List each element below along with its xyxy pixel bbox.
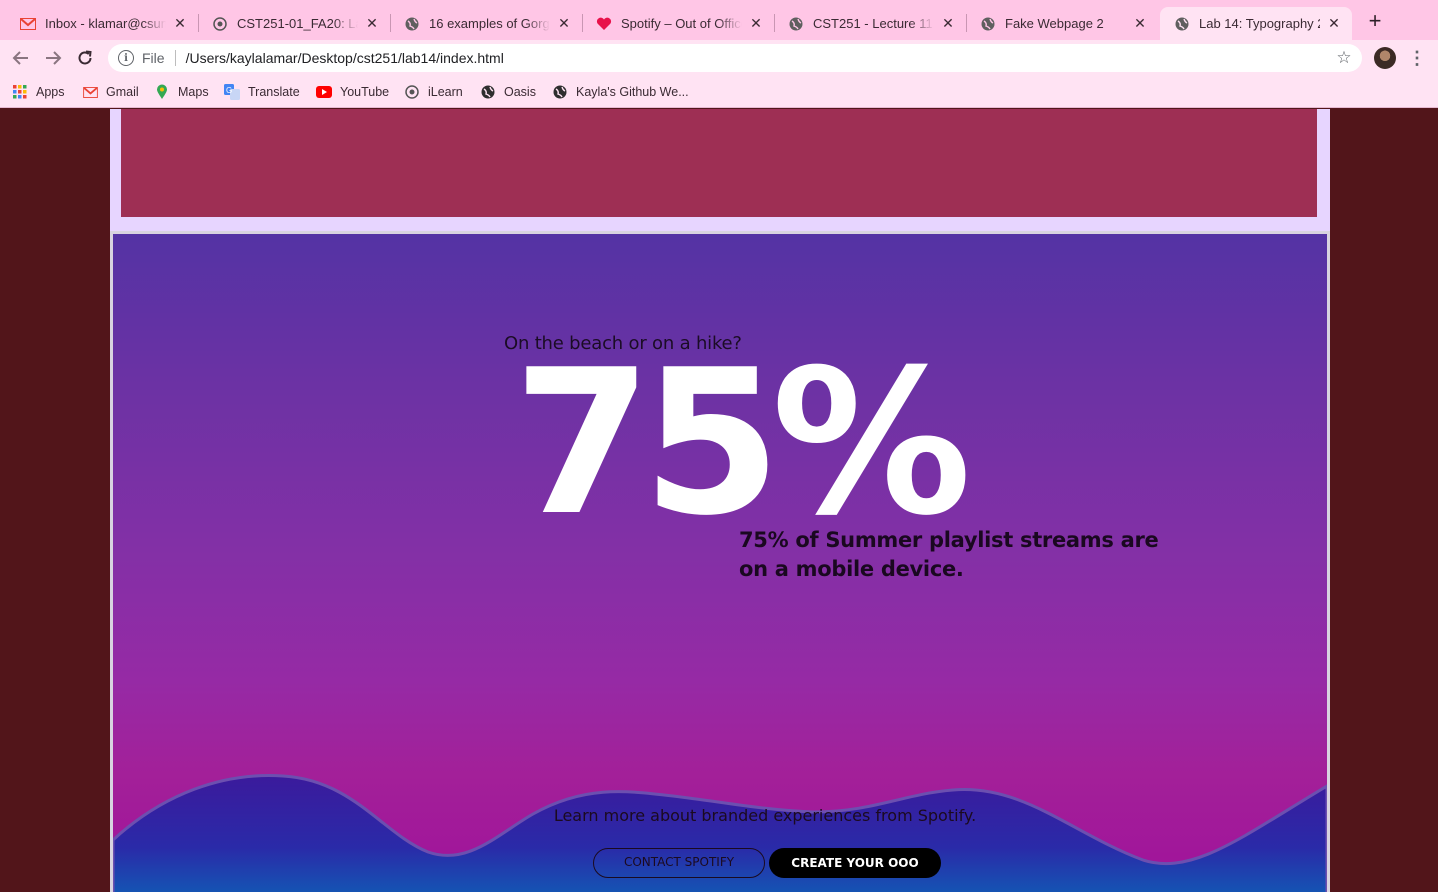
bookmark-label: Kayla's Github We... — [576, 85, 689, 99]
globe-icon — [980, 16, 996, 32]
bookmark-star-icon[interactable]: ☆ — [1334, 48, 1354, 68]
tab-examples[interactable]: 16 examples of Gorgeous ✕ — [390, 7, 582, 40]
tab-close-icon[interactable]: ✕ — [172, 15, 188, 32]
tab-spotify-ooo[interactable]: Spotify – Out of Office ✕ — [582, 7, 774, 40]
globe-icon — [1174, 16, 1190, 32]
bookmark-label: YouTube — [340, 85, 390, 99]
bookmark-youtube[interactable]: YouTube — [316, 83, 389, 101]
tab-fake-webpage[interactable]: Fake Webpage 2 ✕ — [966, 7, 1158, 40]
bookmarks-bar: Apps Gmail Maps G Translate YouTube iLea… — [0, 76, 1438, 108]
maps-pin-icon — [154, 84, 170, 100]
tab-strip: Inbox - klamar@csumb.edu ✕ CST251-01_FA2… — [0, 0, 1438, 40]
create-ooo-button[interactable]: CREATE YOUR OOO — [769, 848, 941, 878]
tab-lecture[interactable]: CST251 - Lecture 11 - ✕ — [774, 7, 966, 40]
kebab-menu-icon[interactable]: ⋮ — [1408, 47, 1426, 69]
bookmark-label: Oasis — [504, 85, 536, 99]
hero-stat-number: 75% — [513, 327, 972, 560]
apps-grid-icon — [12, 84, 28, 100]
tab-title: 16 examples of Gorgeous — [429, 16, 550, 31]
tab-close-icon[interactable]: ✕ — [940, 15, 956, 32]
svg-text:G: G — [226, 86, 232, 95]
address-scheme: File — [142, 50, 165, 66]
ilearn-icon — [212, 16, 228, 32]
hero-stat-caption: 75% of Summer playlist streams are on a … — [739, 528, 1159, 581]
tab-close-icon[interactable]: ✕ — [556, 15, 572, 32]
tab-title: CST251 - Lecture 11 - — [813, 16, 934, 31]
reload-icon[interactable] — [73, 46, 97, 70]
bookmark-label: Apps — [36, 85, 65, 99]
previous-section-fill — [121, 109, 1317, 217]
stat-hero-section: On the beach or on a hike? 75% 75% of Su… — [110, 231, 1330, 892]
tab-gmail-inbox[interactable]: Inbox - klamar@csumb.edu ✕ — [6, 7, 198, 40]
address-divider — [174, 50, 176, 66]
bookmark-github-website[interactable]: Kayla's Github We... — [552, 83, 689, 101]
tab-cst251-lab[interactable]: CST251-01_FA20: Lab 14 ✕ — [198, 7, 390, 40]
bookmark-gmail[interactable]: Gmail — [82, 83, 139, 101]
bookmark-label: Gmail — [106, 85, 139, 99]
tab-lab14-typography[interactable]: Lab 14: Typography 2 ✕ — [1160, 7, 1352, 40]
address-bar[interactable]: i File /Users/kaylalamar/Desktop/cst251/… — [108, 44, 1362, 72]
globe-icon — [788, 16, 804, 32]
globe-icon — [404, 16, 420, 32]
browser-toolbar: i File /Users/kaylalamar/Desktop/cst251/… — [0, 40, 1438, 76]
learn-more-text: Learn more about branded experiences fro… — [553, 806, 977, 825]
tab-title: Inbox - klamar@csumb.edu — [45, 16, 166, 31]
profile-avatar[interactable] — [1374, 47, 1396, 69]
tab-title: CST251-01_FA20: Lab 14 — [237, 16, 358, 31]
tab-title: Fake Webpage 2 — [1005, 16, 1104, 31]
bookmark-label: iLearn — [428, 85, 463, 99]
address-url[interactable]: /Users/kaylalamar/Desktop/cst251/lab14/i… — [186, 50, 1334, 66]
spotify-heart-icon — [596, 16, 612, 32]
tab-close-icon[interactable]: ✕ — [364, 15, 380, 32]
bookmark-ilearn[interactable]: iLearn — [404, 83, 463, 101]
bookmark-maps[interactable]: Maps — [154, 83, 209, 101]
tab-title: Spotify – Out of Office — [621, 16, 742, 31]
globe-icon — [480, 84, 496, 100]
contact-spotify-button[interactable]: CONTACT SPOTIFY — [593, 848, 765, 878]
gmail-icon — [20, 16, 36, 32]
youtube-icon — [316, 84, 332, 100]
gmail-icon — [82, 84, 98, 100]
ilearn-icon — [404, 84, 420, 100]
forward-arrow-icon[interactable] — [41, 46, 65, 70]
new-tab-button[interactable]: + — [1365, 10, 1385, 34]
bookmark-translate[interactable]: G Translate — [224, 83, 300, 101]
back-arrow-icon[interactable] — [9, 46, 33, 70]
translate-icon: G — [224, 84, 240, 100]
previous-section-card — [110, 109, 1330, 231]
tab-close-icon[interactable]: ✕ — [1132, 15, 1148, 32]
info-icon[interactable]: i — [118, 50, 134, 66]
bookmark-label: Translate — [248, 85, 300, 99]
tab-close-icon[interactable]: ✕ — [748, 15, 764, 32]
tab-close-icon[interactable]: ✕ — [1326, 15, 1342, 32]
tab-title: Lab 14: Typography 2 — [1199, 16, 1320, 31]
bookmark-apps[interactable]: Apps — [12, 83, 65, 101]
bookmark-oasis[interactable]: Oasis — [480, 83, 536, 101]
globe-icon — [552, 84, 568, 100]
bookmark-label: Maps — [178, 85, 209, 99]
